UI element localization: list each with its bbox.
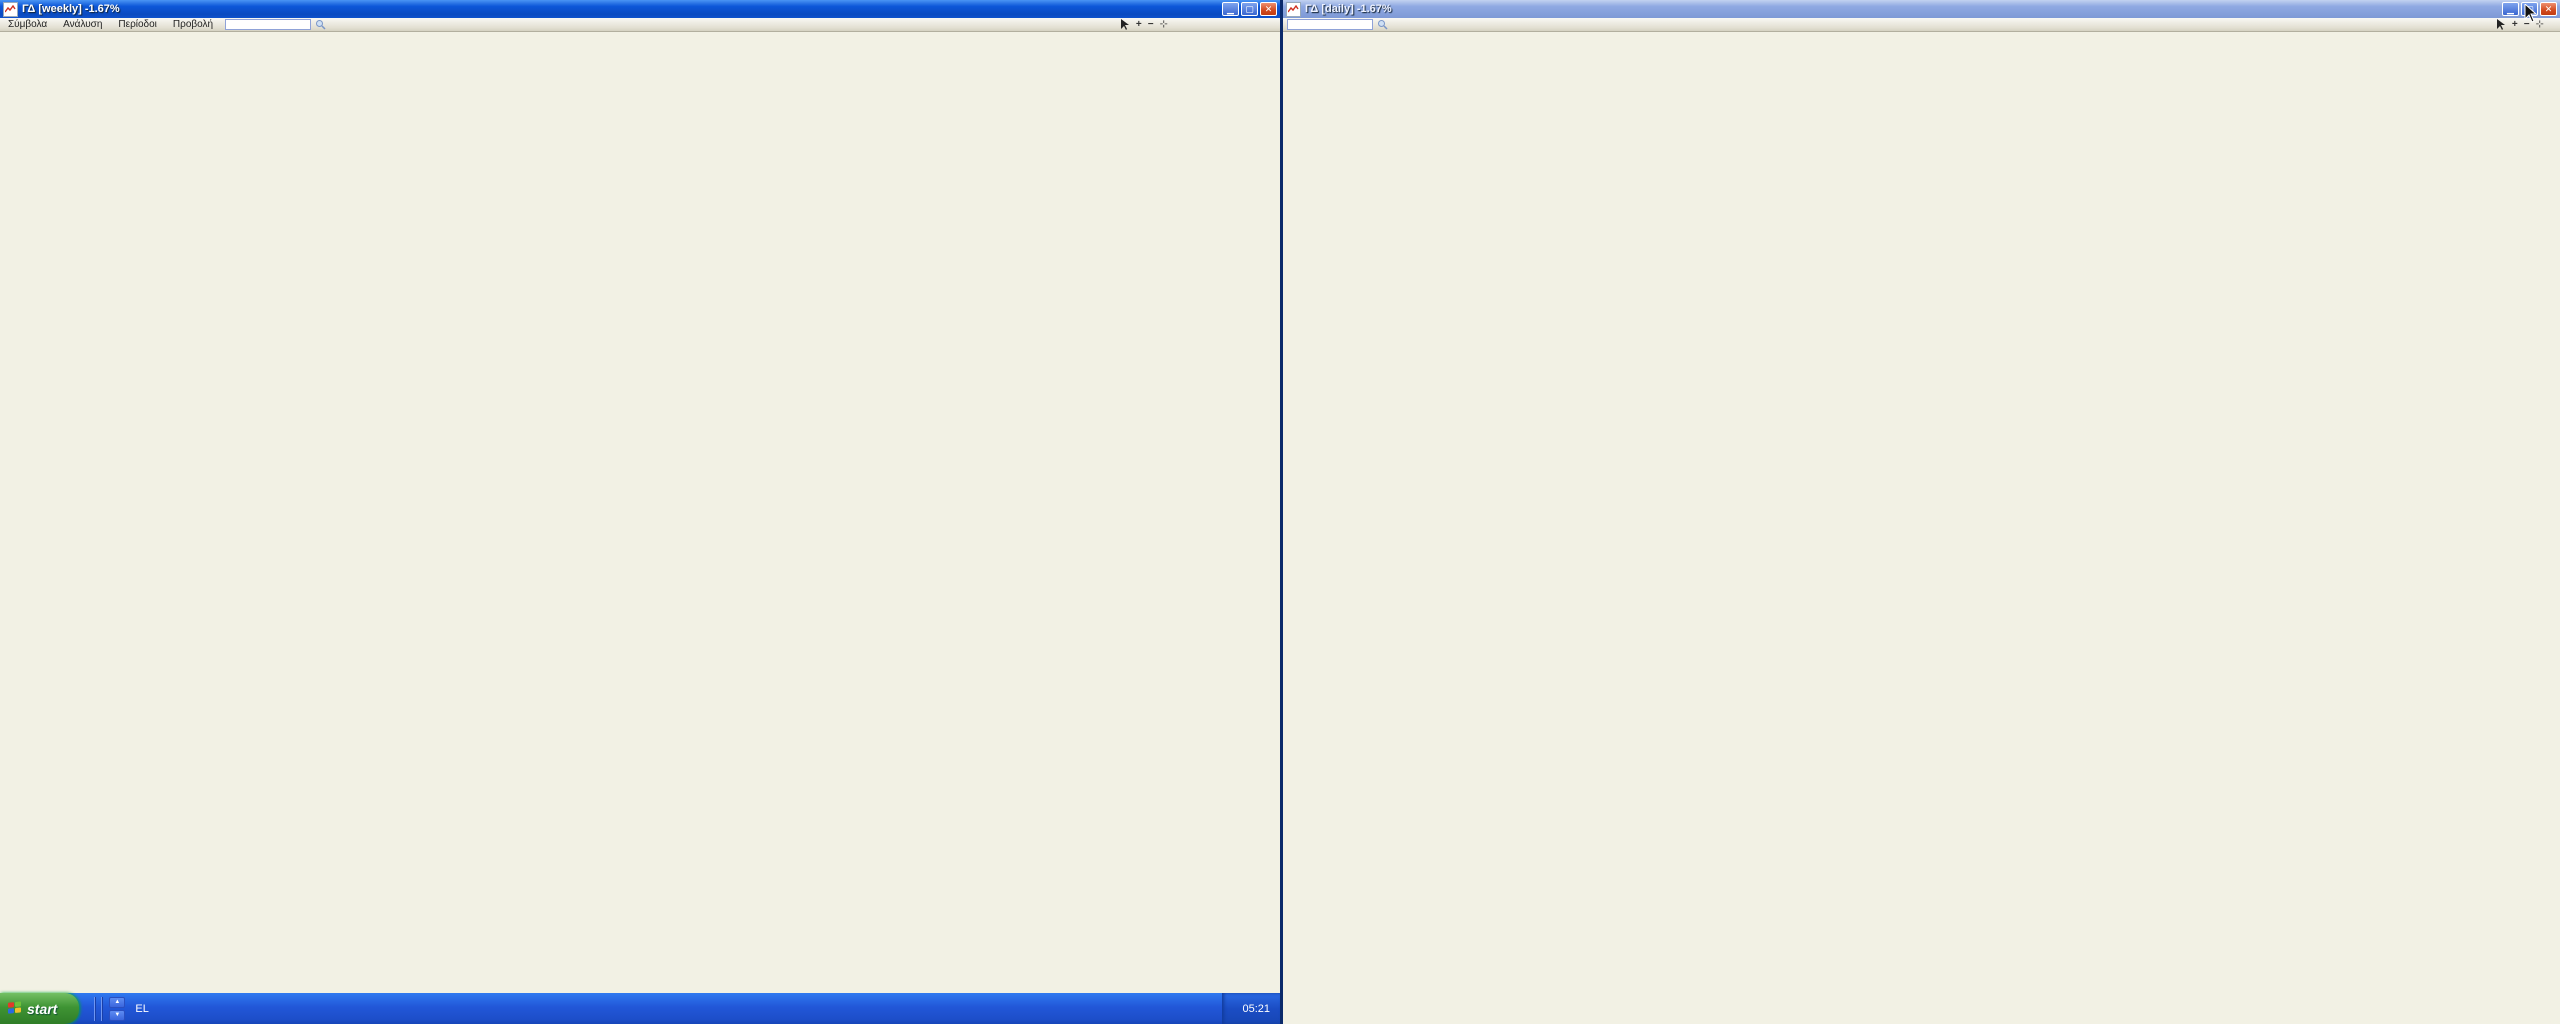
taskband-scroll[interactable]: ▲▼ xyxy=(109,997,125,1021)
close-button[interactable]: ✕ xyxy=(1260,2,1277,16)
taskbar-clock[interactable]: 05:21 xyxy=(1242,1003,1270,1015)
crosshair-tool-icon[interactable]: ⊹ xyxy=(1160,19,1168,30)
chart-app-icon xyxy=(3,2,18,17)
minimize-button[interactable]: ▁ xyxy=(1222,2,1239,16)
menu-item-3[interactable]: Προβολή xyxy=(165,19,221,30)
pointer-tool-icon[interactable] xyxy=(2497,19,2506,30)
language-indicator[interactable]: EL xyxy=(135,1003,148,1015)
titlebar-weekly[interactable]: ΓΔ [weekly] -1.67% ▁ ▢ ✕ xyxy=(0,0,1280,18)
start-button[interactable]: start xyxy=(0,993,79,1024)
zoom-out-tool-icon[interactable]: − xyxy=(1148,19,1154,30)
window-title: ΓΔ [weekly] -1.67% xyxy=(22,3,120,15)
start-label: start xyxy=(27,1001,57,1017)
pointer-tool-icon[interactable] xyxy=(1121,19,1130,30)
taskbar: start ▲▼ EL 05:21 xyxy=(0,993,1280,1024)
windows-flag-icon xyxy=(8,1001,22,1015)
mouse-cursor xyxy=(2524,4,2538,24)
menubar-daily: + − ⊹ xyxy=(1283,18,2560,32)
window-daily: ΓΔ [daily] -1.67% ▁ ▢ ✕ + − ⊹ xyxy=(1283,0,2560,1024)
menu-item-0[interactable]: Σύμβολα xyxy=(0,19,55,30)
symbol-search-input[interactable] xyxy=(1287,19,1373,30)
menu-item-1[interactable]: Ανάλυση xyxy=(55,19,110,30)
minimize-button[interactable]: ▁ xyxy=(2502,2,2519,16)
system-tray: 05:21 xyxy=(1222,993,1280,1024)
zoom-in-tool-icon[interactable]: + xyxy=(2512,19,2518,30)
search-icon[interactable] xyxy=(1377,19,1388,30)
search-icon[interactable] xyxy=(315,19,326,30)
titlebar-daily[interactable]: ΓΔ [daily] -1.67% ▁ ▢ ✕ xyxy=(1283,0,2560,18)
zoom-in-tool-icon[interactable]: + xyxy=(1136,19,1142,30)
close-button[interactable]: ✕ xyxy=(2540,2,2557,16)
symbol-search-input[interactable] xyxy=(225,19,311,30)
desktop: ΓΔ [weekly] -1.67% ▁ ▢ ✕ ΣύμβολαΑνάλυσηΠ… xyxy=(0,0,2560,1024)
chart-app-icon xyxy=(1286,2,1301,17)
menubar-weekly: ΣύμβολαΑνάλυσηΠερίοδοιΠροβολή + − ⊹ xyxy=(0,18,1280,32)
window-weekly: ΓΔ [weekly] -1.67% ▁ ▢ ✕ ΣύμβολαΑνάλυσηΠ… xyxy=(0,0,1280,993)
maximize-button[interactable]: ▢ xyxy=(1241,2,1258,16)
menu-item-2[interactable]: Περίοδοι xyxy=(110,19,165,30)
window-title: ΓΔ [daily] -1.67% xyxy=(1305,3,1392,15)
